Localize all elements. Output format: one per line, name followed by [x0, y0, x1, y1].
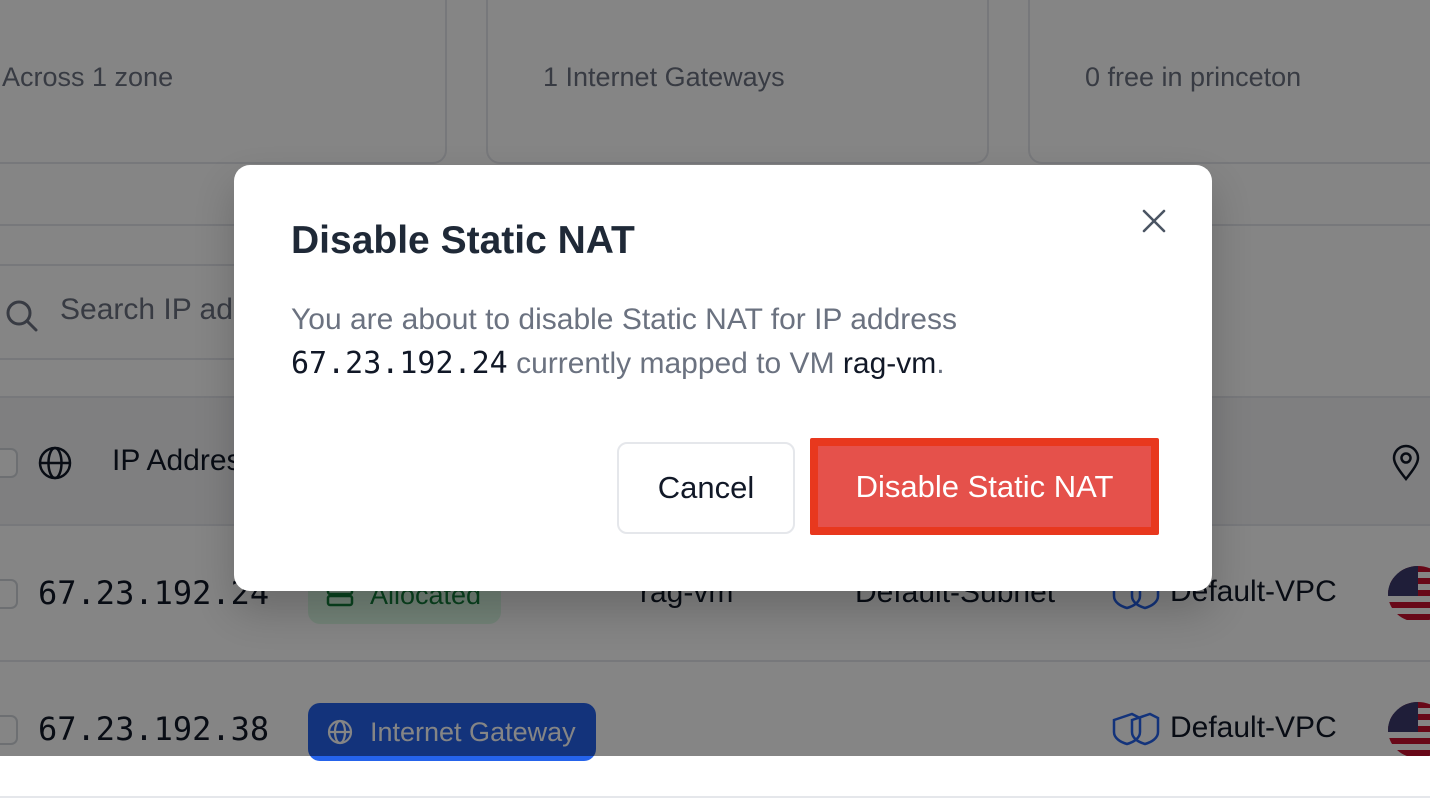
message-text: You are about to disable Static NAT for …	[291, 303, 957, 336]
cancel-button[interactable]: Cancel	[617, 442, 795, 534]
close-icon[interactable]	[1140, 207, 1168, 235]
disable-static-nat-dialog: Disable Static NAT You are about to disa…	[234, 165, 1212, 591]
message-vm-name: rag-vm	[842, 347, 937, 380]
message-text: currently mapped to VM	[507, 347, 843, 380]
message-text: .	[936, 347, 945, 380]
dialog-title: Disable Static NAT	[291, 219, 635, 262]
message-ip-address: 67.23.192.24	[291, 346, 508, 381]
disable-static-nat-button[interactable]: Disable Static NAT	[810, 438, 1159, 535]
dialog-message: You are about to disable Static NAT for …	[291, 298, 1151, 386]
